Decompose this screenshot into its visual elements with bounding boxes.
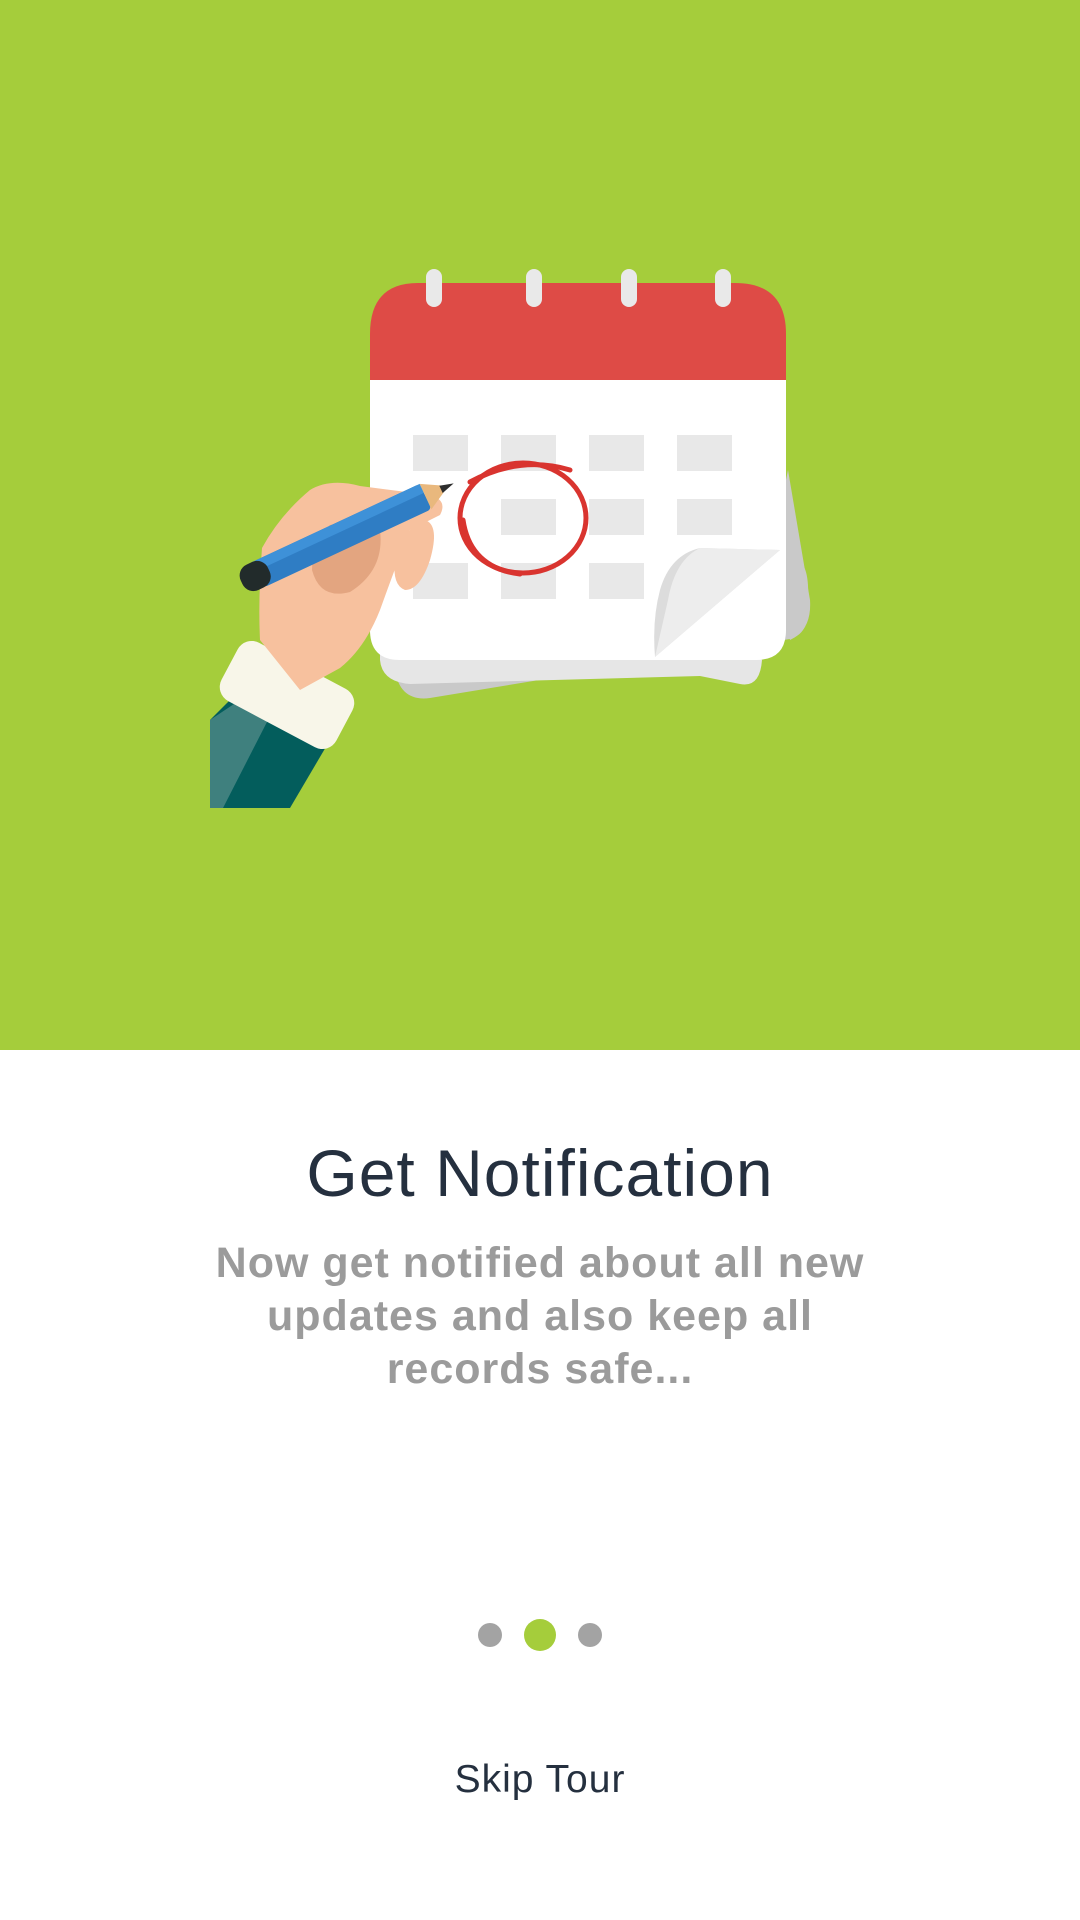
page-dot-2-active[interactable] <box>524 1619 556 1651</box>
calendar-body <box>370 283 786 660</box>
calendar-illustration <box>210 269 811 808</box>
page-title: Get Notification <box>306 1136 774 1210</box>
page-description: Now get notified about all new updates a… <box>215 1239 865 1393</box>
hero-banner <box>0 0 1080 1050</box>
page-dot-1[interactable] <box>478 1623 502 1647</box>
skip-tour-button[interactable]: Skip Tour <box>390 1750 690 1810</box>
page-indicator <box>0 1617 1080 1653</box>
page-dot-3[interactable] <box>578 1623 602 1647</box>
